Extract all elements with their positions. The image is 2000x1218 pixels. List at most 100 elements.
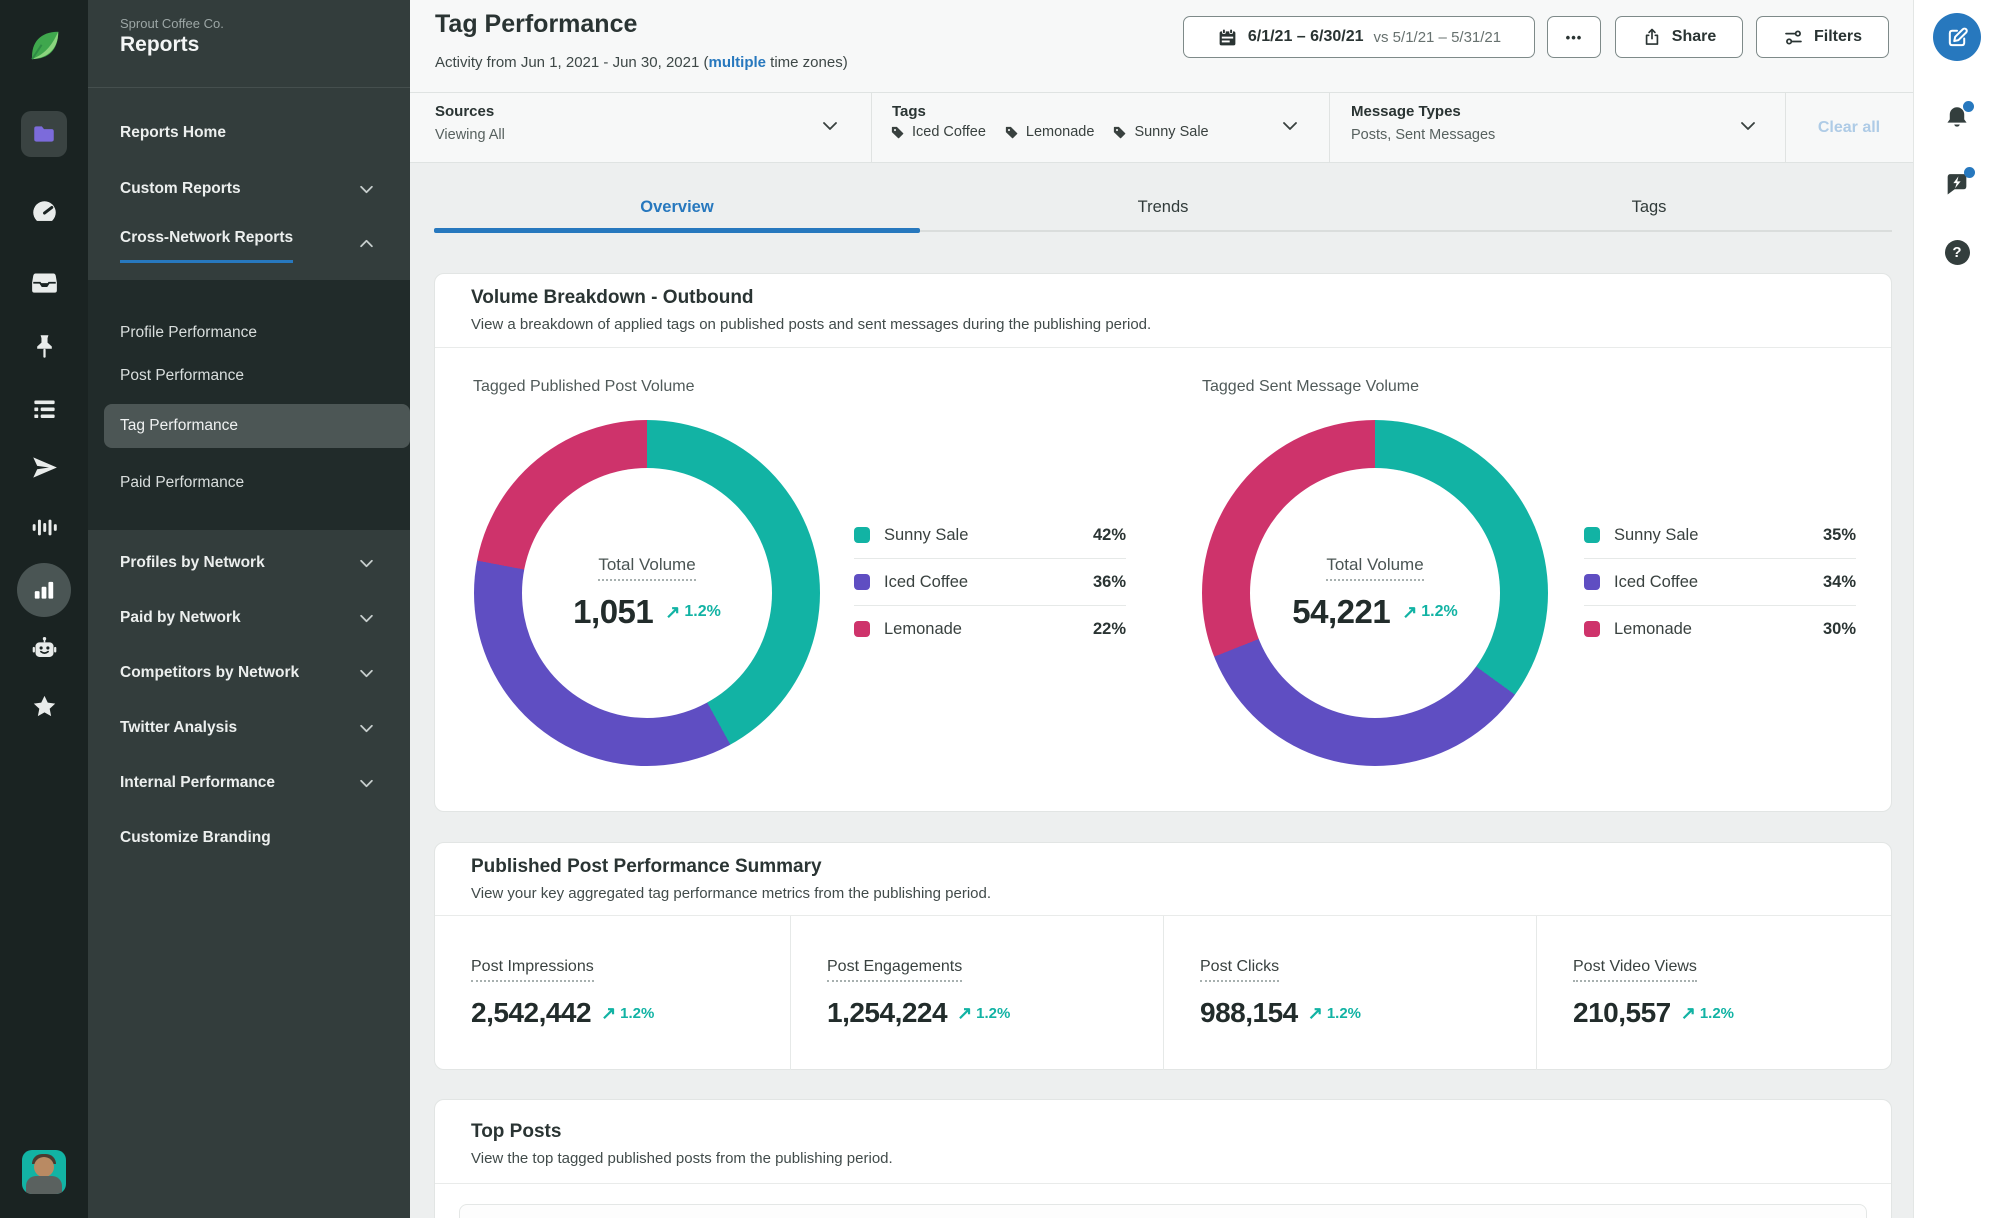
tab-trends[interactable]: Trends <box>920 186 1406 228</box>
sidebar-item-inbox[interactable] <box>0 269 88 296</box>
date-range-value: 6/1/21 – 6/30/21 <box>1247 28 1364 45</box>
sidebar-item-feeds[interactable] <box>0 396 88 423</box>
app-window: Sprout Coffee Co. Reports Reports Home C… <box>0 0 2000 1218</box>
utility-rail: ? <box>1913 0 2000 1218</box>
legend-row: Iced Coffee 34% <box>1584 558 1856 605</box>
total-volume-label[interactable]: Total Volume <box>598 555 696 581</box>
sidebar-item-cross-network-reports[interactable]: Cross-Network Reports <box>120 228 378 263</box>
sidebar-item-tag-performance-selected[interactable]: Tag Performance <box>104 404 410 448</box>
avatar-body <box>26 1176 62 1194</box>
folder-icon <box>34 126 54 142</box>
whats-new-button[interactable] <box>1914 167 2000 198</box>
sidebar-item-customize-branding[interactable]: Customize Branding <box>120 823 378 853</box>
page-title: Tag Performance <box>435 10 638 38</box>
multiple-timezones-link[interactable]: multiple <box>708 54 766 71</box>
sidebar-item-listening[interactable] <box>0 514 88 541</box>
user-avatar[interactable] <box>0 1150 88 1194</box>
volume-breakdown-card: Volume Breakdown - Outbound View a break… <box>434 273 1892 812</box>
more-options-button[interactable]: ••• <box>1547 16 1601 58</box>
tag-icon <box>1005 126 1018 138</box>
trend-up-icon: ↗ <box>957 1002 973 1023</box>
sidebar-item-internal-performance[interactable]: Internal Performance <box>120 768 378 798</box>
filters-button[interactable]: Filters <box>1756 16 1889 58</box>
sidebar-item-competitors-by-network[interactable]: Competitors by Network <box>120 658 378 688</box>
sidebar-item-messages[interactable] <box>0 454 88 481</box>
help-button[interactable]: ? <box>1914 240 2000 265</box>
metric-label[interactable]: Post Impressions <box>471 958 594 982</box>
metric-post-clicks: Post Clicks 988,154 ↗ 1.2% <box>1163 916 1536 1070</box>
sidebar-item-profile-performance[interactable]: Profile Performance <box>120 318 378 348</box>
compose-button[interactable] <box>1914 13 2000 61</box>
question-mark-glyph: ? <box>1952 244 1962 261</box>
sidebar-item-post-performance[interactable]: Post Performance <box>120 361 378 391</box>
chevron-down-icon <box>1740 121 1756 131</box>
pin-icon <box>36 335 52 358</box>
sidebar-item-custom-reports[interactable]: Custom Reports <box>120 174 378 204</box>
message-types-filter-value: Posts, Sent Messages <box>1351 127 1496 143</box>
gauge-icon <box>30 201 58 226</box>
sources-filter-label: Sources <box>435 103 495 120</box>
legend-row: Iced Coffee 36% <box>854 558 1126 605</box>
legend-percent: 35% <box>1822 525 1856 544</box>
date-range-button[interactable]: 6/1/21 – 6/30/21 vs 5/1/21 – 5/31/21 <box>1183 16 1535 58</box>
tag-chip-label: Lemonade <box>1025 124 1095 140</box>
tag-icon <box>891 126 904 138</box>
sidebar-item-folders[interactable] <box>0 111 88 157</box>
sidebar-item-influencers[interactable] <box>0 693 88 720</box>
metric-value: 2,542,442 <box>471 997 592 1028</box>
sent-message-donut-chart[interactable]: Total Volume 54,221 ↗ 1.2% <box>1202 420 1548 766</box>
share-button[interactable]: Share <box>1615 16 1743 58</box>
legend-swatch-teal <box>1584 527 1600 543</box>
metric-label[interactable]: Post Video Views <box>1573 958 1697 982</box>
chevron-down-icon <box>359 559 374 568</box>
report-tabs: Overview Trends Tags <box>434 186 1892 233</box>
compose-circle <box>1933 13 1981 61</box>
total-volume-value: 1,051 <box>573 593 654 630</box>
filter-divider <box>1329 93 1330 162</box>
subnav-panel: Profile Performance Post Performance Tag… <box>88 280 410 530</box>
published-post-donut-chart[interactable]: Total Volume 1,051 ↗ 1.2% <box>474 420 820 766</box>
volume-card-header: Volume Breakdown - Outbound View a break… <box>435 274 1891 348</box>
total-volume-label[interactable]: Total Volume <box>1326 555 1424 581</box>
sidebar-item-profiles-by-network[interactable]: Profiles by Network <box>120 548 378 578</box>
metric-delta: ↗ 1.2% <box>601 1003 654 1024</box>
total-volume-delta: ↗ 1.2% <box>665 602 721 623</box>
legend-label: Iced Coffee <box>884 572 969 591</box>
notifications-button[interactable] <box>1914 101 2000 132</box>
sidebar-item-publishing[interactable] <box>0 333 88 360</box>
sidebar-item-dashboard[interactable] <box>0 199 88 226</box>
sidebar-item-paid-by-network[interactable]: Paid by Network <box>120 603 378 633</box>
legend-swatch-purple <box>854 574 870 590</box>
tag-chip-label: Iced Coffee <box>912 124 986 140</box>
sent-message-chart-label: Tagged Sent Message Volume <box>1202 378 1420 395</box>
metric-value: 988,154 <box>1200 997 1298 1028</box>
metric-delta: ↗ 1.2% <box>957 1003 1010 1024</box>
top-posts-list-placeholder <box>459 1204 1867 1218</box>
message-types-filter-label: Message Types <box>1351 103 1461 120</box>
tab-overview[interactable]: Overview <box>434 186 920 228</box>
metric-label[interactable]: Post Clicks <box>1200 958 1280 982</box>
trend-up-icon: ↗ <box>1307 1002 1323 1023</box>
tab-tags[interactable]: Tags <box>1406 186 1892 228</box>
volume-card-title: Volume Breakdown - Outbound <box>471 287 754 308</box>
sidebar-item-reports[interactable] <box>0 563 88 617</box>
metric-label[interactable]: Post Engagements <box>827 958 963 982</box>
sprout-logo-icon[interactable] <box>0 27 88 65</box>
chevron-down-icon <box>1282 121 1298 131</box>
top-posts-title: Top Posts <box>471 1121 562 1142</box>
sidebar-item-reports-home[interactable]: Reports Home <box>120 118 378 148</box>
sidebar-item-automation[interactable] <box>0 635 88 662</box>
clear-all-button[interactable]: Clear all <box>1785 93 1913 163</box>
legend-swatch-pink <box>1584 621 1600 637</box>
sidebar-item-twitter-analysis[interactable]: Twitter Analysis <box>120 713 378 743</box>
legend-row: Lemonade 22% <box>854 605 1126 652</box>
top-posts-subtitle: View the top tagged published posts from… <box>471 1150 893 1167</box>
legend-label: Sunny Sale <box>884 525 969 544</box>
sources-filter-value: Viewing All <box>435 127 505 143</box>
total-volume-delta: ↗ 1.2% <box>1402 602 1458 623</box>
chevron-down-icon <box>359 614 374 623</box>
sidebar-item-paid-performance[interactable]: Paid Performance <box>120 468 378 498</box>
filters-icon <box>1785 30 1802 44</box>
sidebar-item-label: Internal Performance <box>120 774 276 791</box>
legend-swatch-pink <box>854 621 870 637</box>
